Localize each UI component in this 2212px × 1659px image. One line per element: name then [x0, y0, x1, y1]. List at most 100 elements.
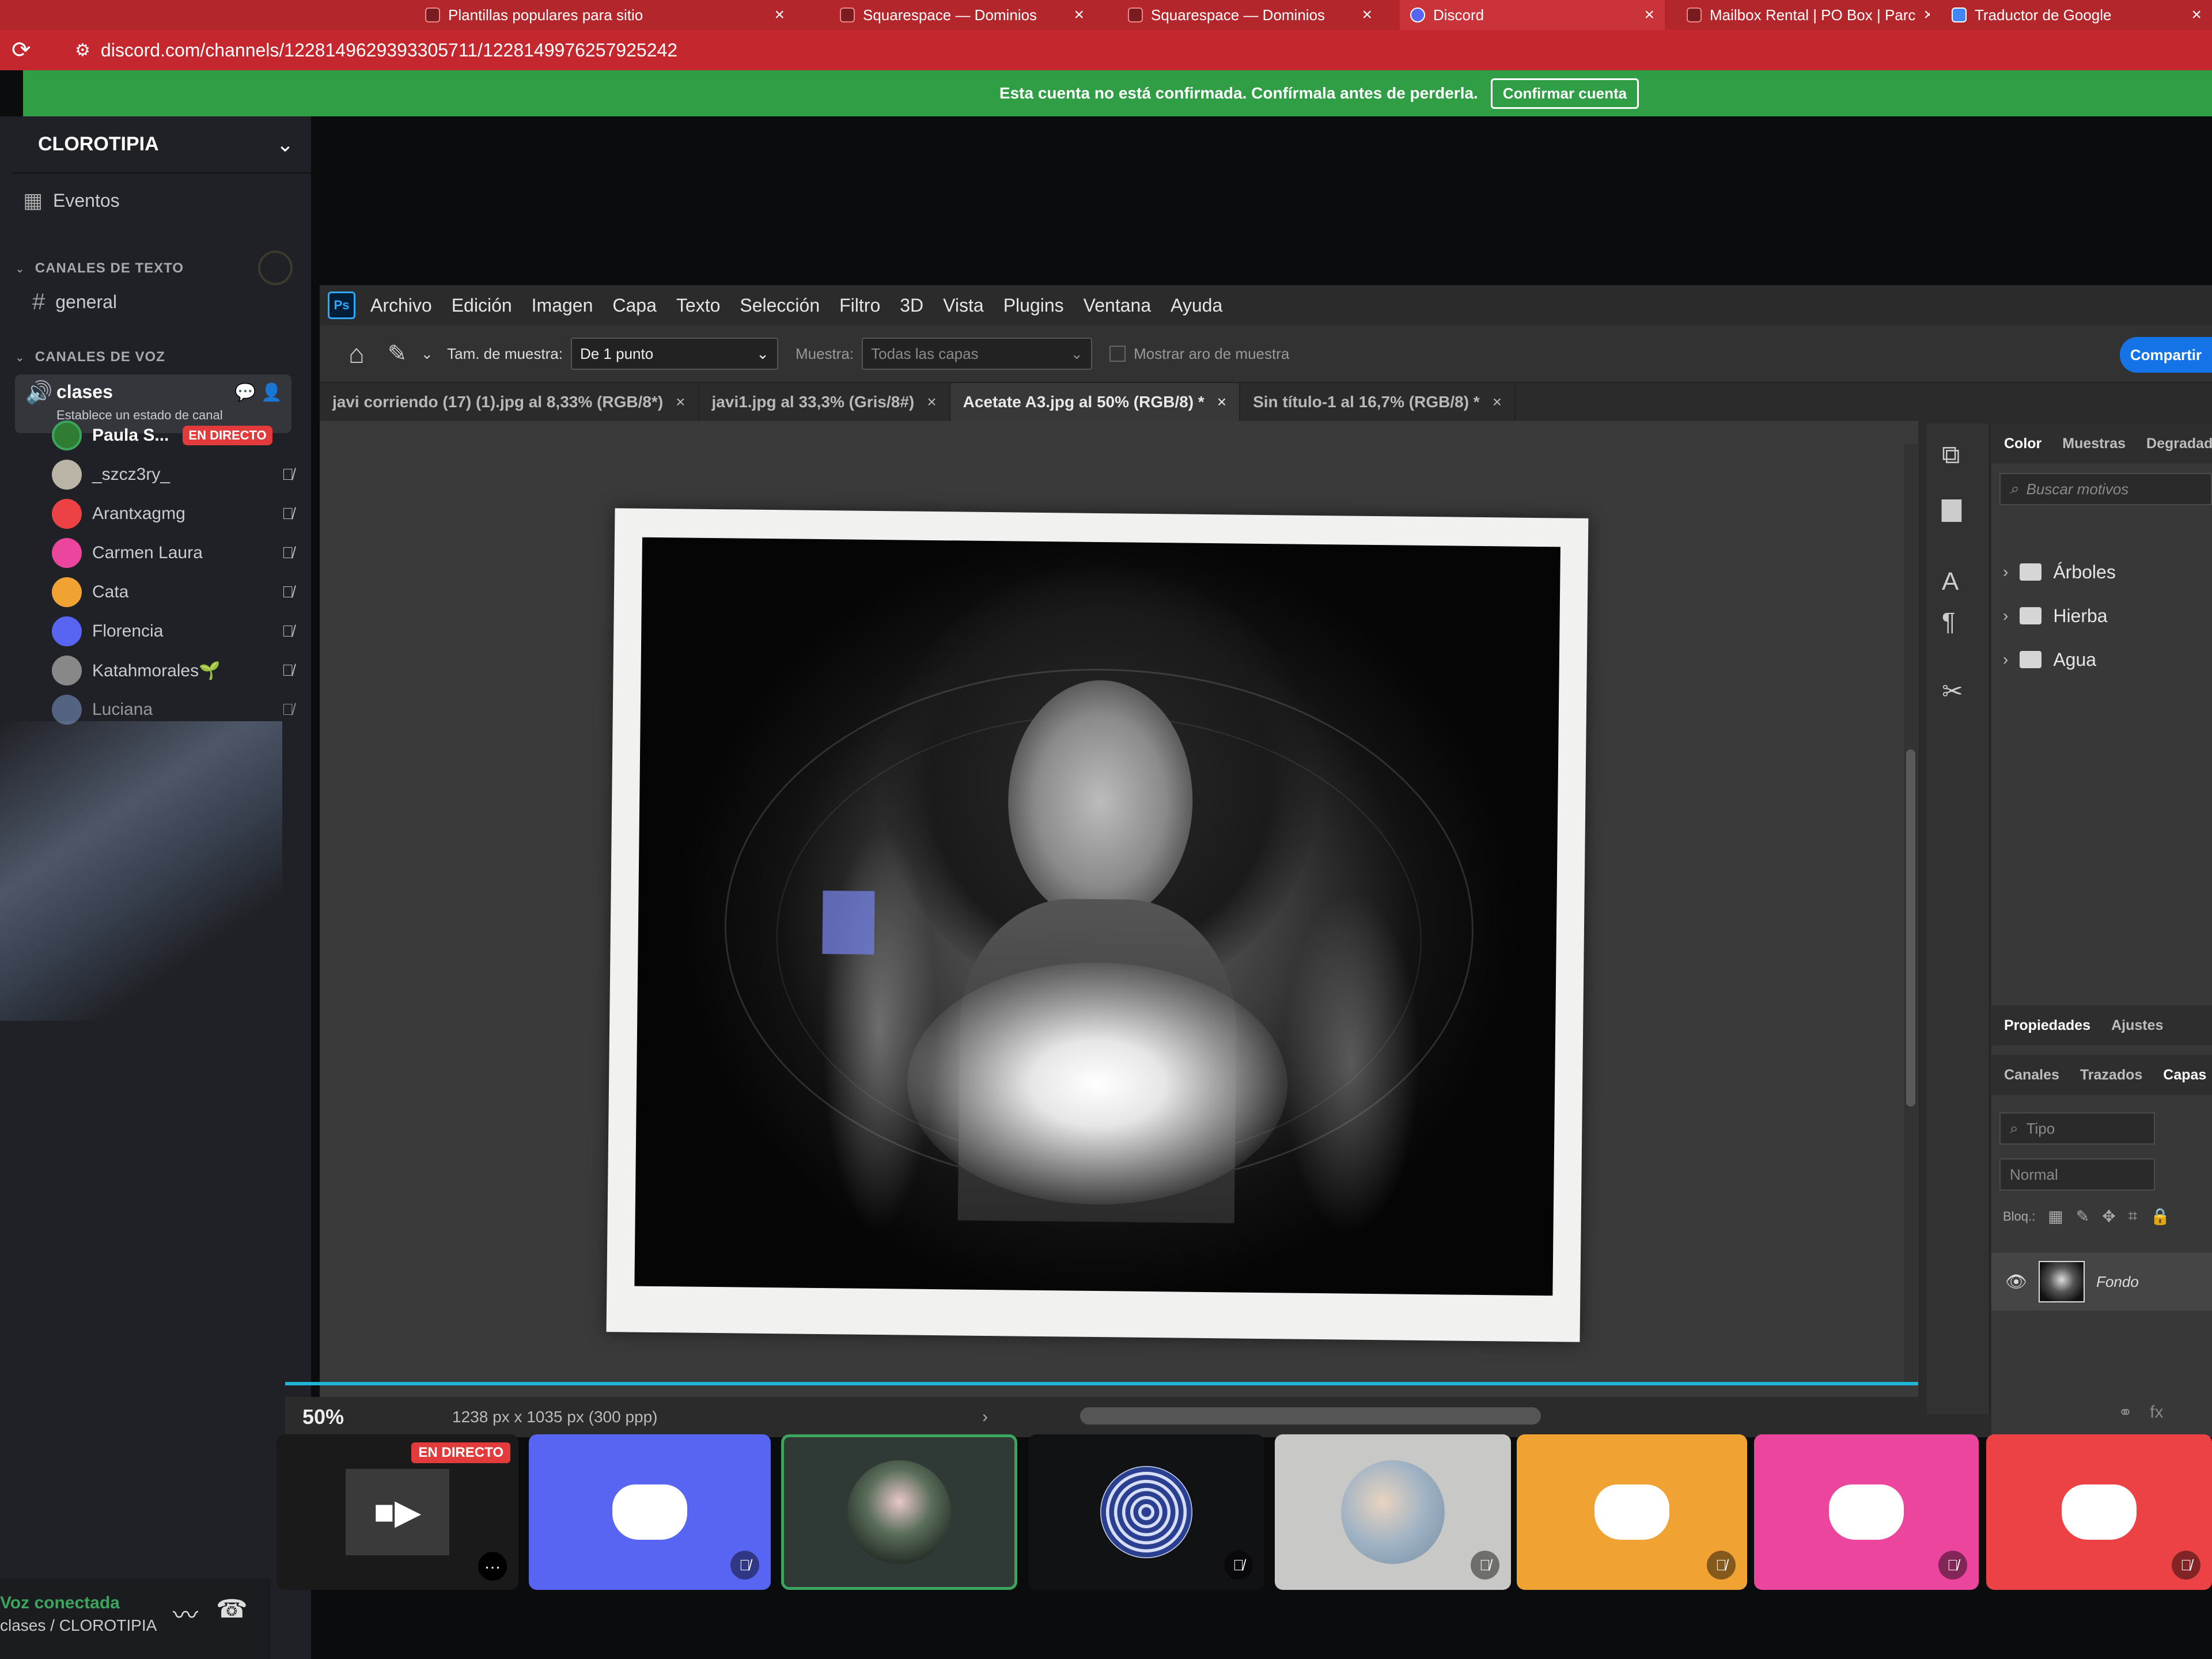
eyedropper-icon[interactable]: ✎ [388, 340, 407, 367]
blend-mode-select[interactable]: Normal [1999, 1158, 2155, 1191]
menu-ventana[interactable]: Ventana [1084, 295, 1151, 316]
scrollbar-thumb[interactable] [1906, 749, 1915, 1107]
tab-layers[interactable]: Capas [2163, 1067, 2206, 1084]
paragraph-icon[interactable]: ¶ [1942, 608, 1956, 637]
visibility-eye-icon[interactable]: 👁 [2005, 1272, 2027, 1292]
voice-channels-category[interactable]: ⌄ CANALES DE VOZ [15, 349, 165, 365]
close-icon[interactable]: × [1362, 5, 1372, 25]
menu-filtro[interactable]: Filtro [839, 295, 880, 316]
server-header[interactable]: CLOROTIPIA ⌄ [12, 116, 311, 174]
zoom-level[interactable]: 50% [302, 1405, 452, 1429]
home-icon[interactable]: ⌂ [349, 338, 365, 369]
browser-tab[interactable]: Squarespace — Dominios × [830, 0, 1094, 30]
layer-row[interactable]: 👁 Fondo [1991, 1253, 2212, 1310]
horizontal-scrollbar[interactable] [1080, 1407, 1541, 1425]
tab-color[interactable]: Color [2004, 435, 2041, 452]
participant-tile[interactable]: 🎙̸ [1275, 1434, 1511, 1590]
close-icon[interactable]: × [1074, 5, 1084, 25]
lock-move-icon[interactable]: ✥ [2102, 1207, 2115, 1226]
link-icon[interactable]: ⚭ [2118, 1403, 2133, 1423]
pattern-group[interactable]: › Agua [2003, 643, 2096, 676]
participant-tile[interactable]: 🎙̸ [1754, 1434, 1979, 1590]
close-icon[interactable]: × [676, 393, 685, 411]
text-channel-general[interactable]: # general [32, 289, 117, 315]
participant-tile[interactable]: 🎙̸ [1986, 1434, 2212, 1590]
tools-icon[interactable]: ✂ [1942, 677, 1963, 706]
menu-seleccion[interactable]: Selección [740, 295, 820, 316]
noise-suppression-icon[interactable]: 〰 [173, 1594, 198, 1631]
disconnect-icon[interactable]: ☎ [216, 1594, 248, 1624]
close-icon[interactable]: × [774, 5, 785, 25]
lock-paint-icon[interactable]: ✎ [2076, 1207, 2089, 1226]
site-settings-icon[interactable]: ⚙ [75, 40, 90, 60]
character-icon[interactable]: A [1942, 567, 1959, 596]
voice-user[interactable]: Paula S... EN DIRECTO [52, 417, 294, 454]
browser-tab[interactable]: Mailbox Rental | PO Box | Parc × [1676, 0, 1930, 30]
menu-vista[interactable]: Vista [943, 295, 984, 316]
close-icon[interactable]: × [2191, 5, 2202, 25]
pattern-group[interactable]: › Árboles [2003, 556, 2116, 588]
voice-user[interactable]: Carmen Laura 🎙̸ [52, 535, 294, 571]
doc-tab[interactable]: Sin título-1 al 16,7% (RGB/8) * × [1240, 383, 1516, 421]
tab-paths[interactable]: Trazados [2080, 1067, 2142, 1084]
tab-adjustments[interactable]: Ajustes [2111, 1017, 2163, 1034]
close-icon[interactable]: × [1923, 5, 1930, 25]
voice-user[interactable]: Katahmorales🌱 🎙̸ [52, 652, 294, 689]
lock-artboard-icon[interactable]: ⌗ [2128, 1207, 2138, 1226]
vertical-scrollbar[interactable] [1904, 444, 1918, 1383]
menu-archivo[interactable]: Archivo [370, 295, 432, 316]
browser-tab[interactable]: Plantillas populares para sitio × [415, 0, 795, 30]
pattern-group[interactable]: › Hierba [2003, 600, 2108, 632]
chat-and-invite-icon[interactable]: 💬 👤 [234, 382, 282, 403]
reload-icon[interactable]: ⟳ [12, 37, 46, 63]
menu-edicion[interactable]: Edición [452, 295, 512, 316]
menu-plugins[interactable]: Plugins [1003, 295, 1064, 316]
menu-3d[interactable]: 3D [900, 295, 923, 316]
tab-properties[interactable]: Propiedades [2004, 1017, 2090, 1034]
menu-imagen[interactable]: Imagen [532, 295, 593, 316]
voice-user[interactable]: Florencia 🎙̸ [52, 613, 294, 650]
participant-tile[interactable]: 🎙̸ [1028, 1434, 1264, 1590]
menu-capa[interactable]: Capa [612, 295, 657, 316]
close-icon[interactable]: × [1217, 393, 1226, 411]
doc-tab-active[interactable]: Acetate A3.jpg al 50% (RGB/8) * × [950, 383, 1241, 421]
document-canvas[interactable] [606, 508, 1589, 1342]
chevron-down-icon[interactable]: ⌄ [421, 345, 433, 363]
chevron-right-icon[interactable]: › [982, 1407, 988, 1427]
show-ring-checkbox[interactable] [1109, 346, 1126, 362]
voice-user[interactable]: Arantxagmg 🎙̸ [52, 495, 294, 532]
pattern-search-input[interactable]: ⌕ Buscar motivos [1999, 473, 2212, 505]
ps-canvas-area[interactable] [320, 421, 1918, 1418]
text-channels-category[interactable]: ⌄ CANALES DE TEXTO [15, 260, 184, 276]
url-field[interactable]: discord.com/channels/1228149629393305711… [101, 40, 677, 61]
voice-user[interactable]: Cata 🎙̸ [52, 574, 294, 611]
menu-ayuda[interactable]: Ayuda [1171, 295, 1222, 316]
participant-tile[interactable]: 🎙̸ [1517, 1434, 1747, 1590]
fx-icon[interactable]: fx [2150, 1403, 2163, 1423]
close-icon[interactable]: × [1493, 393, 1502, 411]
tab-swatches[interactable]: Muestras [2062, 435, 2126, 452]
share-button[interactable]: Compartir [2120, 337, 2212, 373]
events-item[interactable]: ▦ Eventos [23, 188, 120, 213]
menu-texto[interactable]: Texto [676, 295, 720, 316]
participant-tile[interactable]: 🎙̸ [529, 1434, 771, 1590]
close-icon[interactable]: × [1644, 5, 1654, 25]
lock-all-icon[interactable]: 🔒 [2150, 1207, 2170, 1226]
stream-tile[interactable]: ■▶ EN DIRECTO … [276, 1434, 518, 1590]
lock-transparency-icon[interactable]: ▦ [2048, 1207, 2063, 1226]
doc-tab[interactable]: javi corriendo (17) (1).jpg al 8,33% (RG… [320, 383, 699, 421]
layer-filter-input[interactable]: ⌕ Tipo [1999, 1112, 2155, 1145]
comments-icon[interactable]: ▆ [1942, 493, 1961, 522]
confirm-account-button[interactable]: Confirmar cuenta [1490, 78, 1639, 109]
browser-tab-active[interactable]: Discord × [1400, 0, 1665, 30]
browser-tab[interactable]: Traductor de Google × [1941, 0, 2212, 30]
doc-tab[interactable]: javi1.jpg al 33,3% (Gris/8#) × [699, 383, 950, 421]
tab-channels[interactable]: Canales [2004, 1067, 2059, 1084]
sample-size-select[interactable]: De 1 punto ⌄ [570, 338, 778, 370]
more-options-icon[interactable]: … [478, 1552, 507, 1581]
participant-tile-speaking[interactable] [781, 1434, 1017, 1590]
history-icon[interactable]: ⧉ [1942, 441, 1960, 469]
tab-gradients[interactable]: Degradados [2146, 435, 2212, 452]
sample-select[interactable]: Todas las capas ⌄ [862, 338, 1093, 370]
close-icon[interactable]: × [927, 393, 936, 411]
